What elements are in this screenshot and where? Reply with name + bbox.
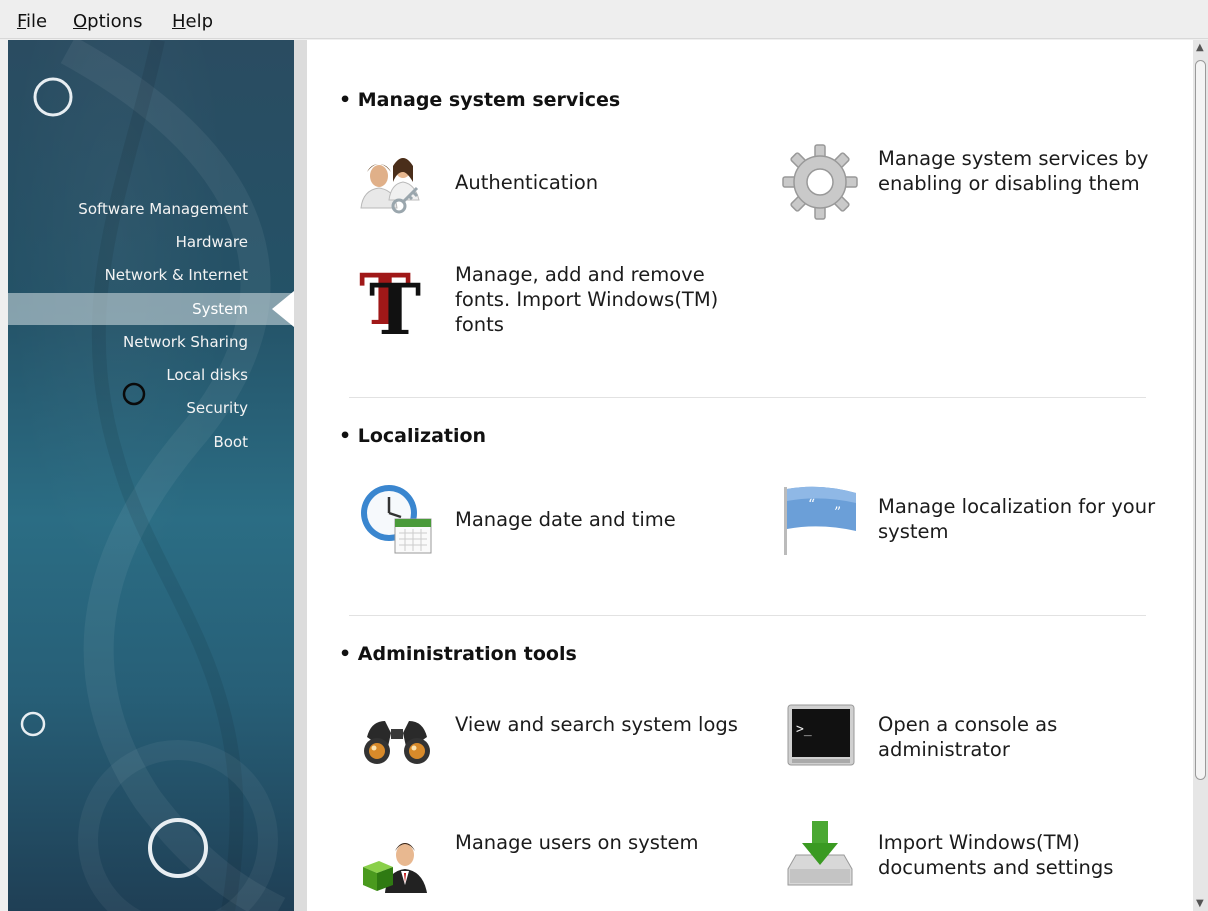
svg-text:>_: >_ <box>796 722 812 737</box>
item-label: Manage localization for your system <box>878 495 1156 543</box>
sidebar-item-software-management[interactable]: Software Management <box>78 200 248 218</box>
users-key-icon <box>360 158 420 214</box>
item-import-windows[interactable]: Import Windows(TM) documents and setting… <box>780 815 1180 895</box>
item-label: Open a console as administrator <box>878 713 1058 761</box>
sidebar-item-security[interactable]: Security <box>186 399 248 417</box>
content-panel: • Manage system services Authentication <box>307 40 1193 911</box>
svg-text:”: ” <box>834 505 841 521</box>
item-localization[interactable]: “ ” Manage localization for your system <box>780 479 1180 559</box>
item-date-time[interactable]: Manage date and time <box>357 479 757 559</box>
sidebar-item-hardware[interactable]: Hardware <box>176 233 248 251</box>
item-fonts[interactable]: T T Manage, add and remove fonts. Import… <box>357 260 757 340</box>
section-divider <box>349 397 1146 398</box>
flag-icon: “ ” <box>784 486 856 555</box>
item-label: Import Windows(TM) documents and setting… <box>878 831 1114 879</box>
svg-text:T: T <box>369 268 421 340</box>
item-manage-users[interactable]: Manage users on system <box>357 815 757 895</box>
vertical-scrollbar[interactable]: ▲ ▼ <box>1193 40 1208 911</box>
sidebar-item-boot[interactable]: Boot <box>213 433 248 451</box>
section-divider <box>349 615 1146 616</box>
sidebar-item-network-internet[interactable]: Network & Internet <box>105 266 248 284</box>
item-label: Manage, add and remove fonts. Import Win… <box>455 263 719 336</box>
menu-help[interactable]: Help <box>172 11 213 32</box>
category-sidebar: Software Management Hardware Network & I… <box>8 40 294 911</box>
sidebar-item-system[interactable]: System <box>8 293 294 325</box>
item-label: Manage system services by enabling or di… <box>878 147 1149 195</box>
user-cube-icon <box>363 843 427 893</box>
item-authentication[interactable]: Authentication <box>357 142 757 222</box>
item-label: Manage users on system <box>455 831 699 854</box>
section-title-admin-tools: • Administration tools <box>339 643 577 665</box>
menubar: File Options Help <box>0 0 1208 39</box>
active-pointer <box>272 291 294 327</box>
download-tray-icon <box>787 821 853 886</box>
section-title-localization: • Localization <box>339 425 487 447</box>
font-icon: T T <box>359 260 421 340</box>
item-label: View and search system logs <box>455 713 738 736</box>
sidebar-decoration <box>20 40 286 911</box>
scroll-up-icon[interactable]: ▲ <box>1196 42 1204 53</box>
terminal-icon: >_ <box>787 704 855 766</box>
scrollbar-thumb[interactable] <box>1195 60 1206 780</box>
item-system-logs[interactable]: View and search system logs <box>357 697 757 777</box>
item-console[interactable]: >_ Open a console as administrator <box>780 697 1180 777</box>
svg-text:“: “ <box>808 497 815 513</box>
menu-file[interactable]: File <box>17 11 47 32</box>
sidebar-item-local-disks[interactable]: Local disks <box>166 366 248 384</box>
section-title-system-services: • Manage system services <box>339 89 621 111</box>
item-label: Manage date and time <box>455 508 676 531</box>
item-label: Authentication <box>455 171 599 194</box>
binoculars-icon <box>364 721 430 764</box>
gear-icon <box>782 144 858 220</box>
clock-calendar-icon <box>361 485 432 554</box>
sidebar-item-network-sharing[interactable]: Network Sharing <box>123 333 248 351</box>
scroll-down-icon[interactable]: ▼ <box>1196 898 1204 909</box>
menu-options[interactable]: Options <box>73 11 142 32</box>
item-system-services[interactable]: Manage system services by enabling or di… <box>780 142 1180 222</box>
splitter[interactable] <box>294 40 307 911</box>
